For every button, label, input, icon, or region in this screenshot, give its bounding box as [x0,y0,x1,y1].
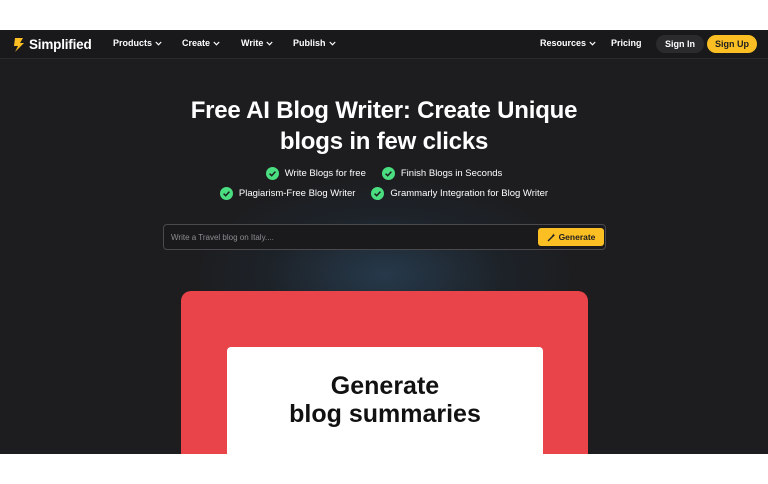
generate-button-label: Generate [558,232,596,242]
feature-label: Write Blogs for free [284,168,366,179]
check-circle-icon [265,167,279,180]
logo[interactable]: Simplified [12,36,92,53]
feature-row-2: Plagiarism-Free Blog Writer Grammarly In… [0,187,768,200]
nav-pricing-label: Pricing [611,38,642,48]
hero-title-line1: Free AI Blog Writer: Create Unique [190,97,578,124]
feature-label: Grammarly Integration for Blog Writer [390,188,549,199]
simplified-logo-icon [14,37,24,52]
blog-prompt-box: Generate [163,224,606,250]
check-circle-icon [371,187,385,200]
chevron-down-icon [155,41,162,46]
feature-label: Finish Blogs in Seconds [400,168,503,179]
sign-up-button[interactable]: Sign Up [707,35,757,53]
chevron-down-icon [266,41,273,46]
chevron-down-icon [213,41,220,46]
nav-resources[interactable]: Resources [540,38,596,48]
nav-publish[interactable]: Publish [293,38,336,48]
check-circle-icon [381,167,395,180]
nav-create-label: Create [182,38,211,48]
generate-button[interactable]: Generate [538,228,604,246]
sign-in-button[interactable]: Sign In [656,35,704,53]
page-frame: Simplified Products Create Write Publish… [0,30,768,454]
feature-label: Plagiarism-Free Blog Writer [238,188,356,199]
feature-item: Finish Blogs in Seconds [381,167,503,180]
blog-prompt-input[interactable] [171,230,531,244]
feature-item: Write Blogs for free [265,167,366,180]
chevron-down-icon [589,41,596,46]
nav-write-label: Write [241,38,264,48]
nav-pricing[interactable]: Pricing [611,38,642,48]
nav-write[interactable]: Write [241,38,273,48]
feature-item: Plagiarism-Free Blog Writer [219,187,356,200]
chevron-down-icon [328,41,336,46]
logo-text: Simplified [29,37,92,52]
nav-resources-label: Resources [540,38,587,48]
preview-heading-line1: Generate [330,372,440,400]
nav-products-label: Products [113,38,153,48]
check-circle-icon [219,187,233,200]
top-nav: Simplified Products Create Write Publish… [0,30,768,59]
hero-title-line2: blogs in few clicks [279,128,489,155]
preview-heading-line2: blog summaries [289,400,481,428]
preview-inner-card: Generate blog summaries [227,347,543,454]
nav-publish-label: Publish [293,38,326,48]
nav-products[interactable]: Products [113,38,162,48]
feature-item: Grammarly Integration for Blog Writer [371,187,548,200]
magic-wand-icon [547,233,555,241]
feature-row-1: Write Blogs for free Finish Blogs in Sec… [0,167,768,180]
nav-create[interactable]: Create [182,38,220,48]
